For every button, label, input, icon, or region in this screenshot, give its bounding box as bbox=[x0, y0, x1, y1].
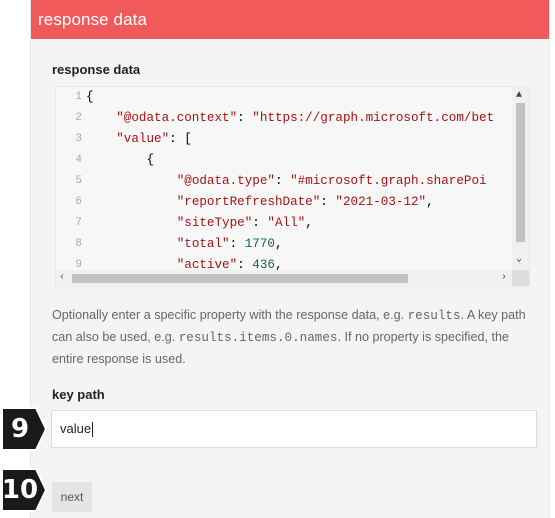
json-punctuation bbox=[86, 237, 177, 251]
scroll-right-icon[interactable]: › bbox=[501, 273, 507, 283]
json-punctuation: , bbox=[274, 237, 283, 251]
code-line: "siteType": "All", bbox=[86, 213, 313, 234]
line-number: 8 bbox=[75, 238, 82, 250]
json-key: "total" bbox=[176, 237, 230, 251]
response-code-editor[interactable]: 12345678910 { "@odata.context": "https:/… bbox=[55, 86, 530, 287]
line-number: 5 bbox=[75, 175, 82, 187]
panel-header-title: response data bbox=[38, 10, 148, 29]
json-string: "https://graph.microsoft.com/bet bbox=[252, 111, 495, 125]
horizontal-scroll-thumb[interactable] bbox=[72, 274, 408, 283]
json-punctuation: : [ bbox=[169, 132, 192, 146]
step-number-10: 10 bbox=[1, 475, 39, 505]
json-punctuation bbox=[86, 174, 177, 188]
code-line: "reportRefreshDate": "2021-03-12", bbox=[86, 192, 434, 213]
key-path-label: key path bbox=[52, 387, 105, 402]
vertical-scrollbar[interactable]: ▲ ⌄ bbox=[512, 87, 529, 270]
code-line: "@odata.type": "#microsoft.graph.sharePo… bbox=[86, 171, 487, 192]
json-string: "2021-03-12" bbox=[335, 195, 427, 209]
help-text: Optionally enter a specific property wit… bbox=[52, 305, 538, 370]
code-line: "@odata.context": "https://graph.microso… bbox=[86, 108, 494, 129]
json-punctuation bbox=[86, 111, 116, 125]
json-key: "siteType" bbox=[176, 216, 253, 230]
code-line: { bbox=[86, 87, 94, 108]
step-badge-9: 9 bbox=[0, 406, 48, 452]
scrollbar-corner bbox=[512, 270, 529, 286]
help-code-results: results bbox=[407, 309, 461, 323]
code-line: "active": 436, bbox=[86, 255, 283, 270]
code-line: "total": 1770, bbox=[86, 234, 283, 255]
help-code-key-path: results.items.0.names bbox=[178, 331, 338, 345]
scroll-up-icon[interactable]: ▲ bbox=[516, 91, 522, 101]
json-punctuation: : bbox=[237, 258, 253, 270]
text-caret bbox=[92, 422, 94, 438]
json-number: 1770 bbox=[244, 237, 275, 251]
step-number-9: 9 bbox=[10, 414, 30, 444]
json-punctuation: : bbox=[229, 237, 245, 251]
json-string: "All" bbox=[267, 216, 306, 230]
json-key: "active" bbox=[176, 258, 238, 270]
json-key: "@odata.type" bbox=[176, 174, 275, 188]
json-punctuation: : bbox=[274, 174, 291, 188]
json-punctuation: { bbox=[86, 90, 94, 104]
line-number: 1 bbox=[75, 91, 82, 103]
json-punctuation: { bbox=[86, 153, 155, 167]
line-number: 4 bbox=[75, 154, 82, 166]
scroll-left-icon[interactable]: ‹ bbox=[59, 273, 65, 283]
key-path-input[interactable]: value bbox=[51, 410, 537, 448]
code-line: "value": [ bbox=[86, 129, 192, 150]
json-key: "@odata.context" bbox=[116, 111, 238, 125]
vertical-scroll-thumb[interactable] bbox=[516, 103, 525, 242]
json-punctuation bbox=[86, 195, 177, 209]
json-punctuation: : bbox=[252, 216, 268, 230]
json-punctuation: : bbox=[320, 195, 336, 209]
json-number: 436 bbox=[252, 258, 275, 270]
code-line: { bbox=[86, 150, 154, 171]
panel-header: response data bbox=[31, 0, 549, 39]
json-punctuation: , bbox=[426, 195, 434, 209]
horizontal-scrollbar[interactable]: ‹ › bbox=[56, 270, 512, 286]
response-data-label: response data bbox=[52, 62, 141, 77]
next-button[interactable]: next bbox=[52, 482, 92, 512]
line-number: 2 bbox=[75, 112, 82, 124]
json-punctuation: , bbox=[274, 258, 283, 270]
line-number: 7 bbox=[75, 217, 82, 229]
json-key: "reportRefreshDate" bbox=[176, 195, 321, 209]
code-content[interactable]: { "@odata.context": "https://graph.micro… bbox=[86, 87, 510, 270]
json-punctuation: , bbox=[305, 216, 313, 230]
scroll-down-icon[interactable]: ⌄ bbox=[516, 255, 522, 265]
line-number: 3 bbox=[75, 133, 82, 145]
line-number: 6 bbox=[75, 196, 82, 208]
json-punctuation: : bbox=[237, 111, 253, 125]
help-text-part-1: Optionally enter a specific property wit… bbox=[52, 308, 408, 322]
json-string: "#microsoft.graph.sharePoi bbox=[290, 174, 487, 188]
json-punctuation bbox=[86, 258, 177, 270]
key-path-value: value bbox=[60, 421, 92, 436]
step-badge-10: 10 bbox=[0, 467, 48, 513]
json-punctuation bbox=[86, 216, 177, 230]
json-key: "value" bbox=[116, 132, 170, 146]
line-number-gutter: 12345678910 bbox=[56, 87, 84, 286]
json-punctuation bbox=[86, 132, 116, 146]
